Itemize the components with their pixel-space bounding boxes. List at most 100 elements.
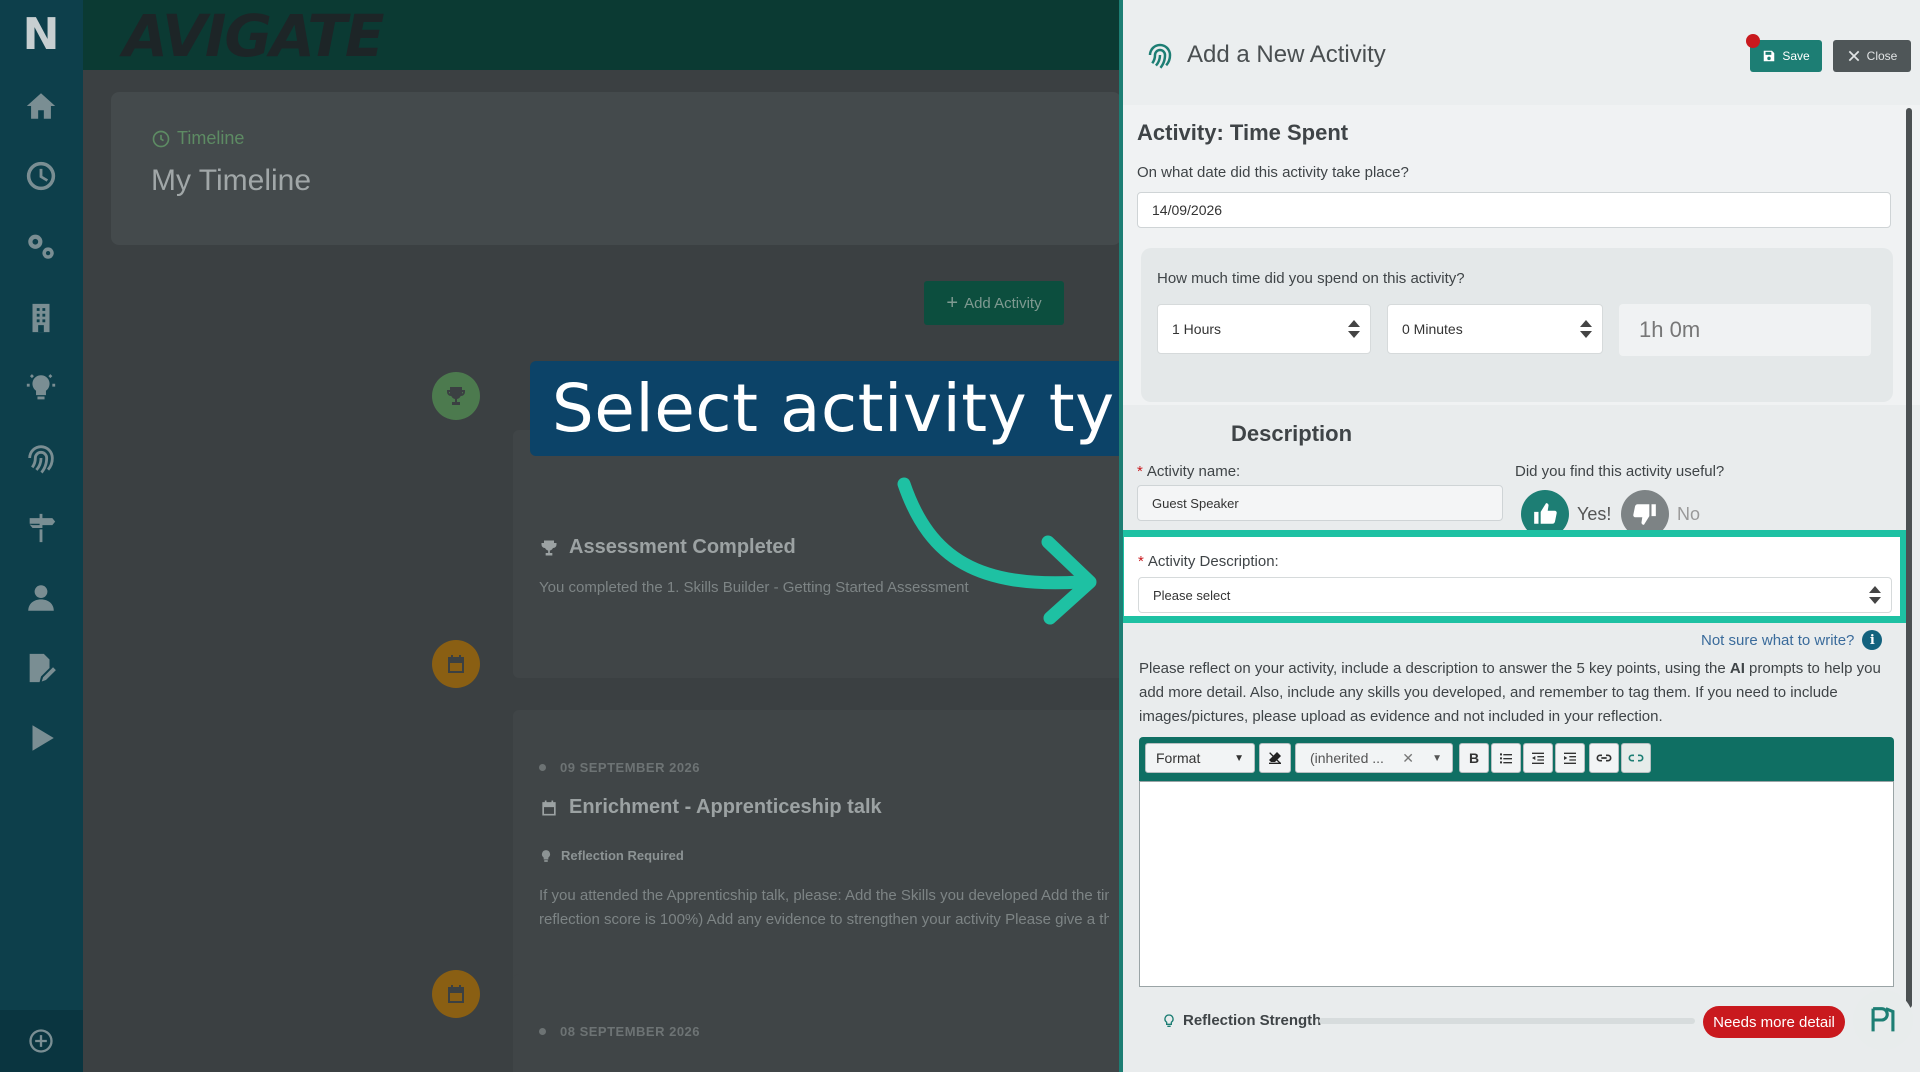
time-question: How much time did you spend on this acti… [1157,270,1465,287]
not-sure-text: Not sure what to write? [1701,631,1855,649]
card-date-text: 08 SEPTEMBER 2026 [560,1024,701,1039]
save-button[interactable]: Save [1746,34,1822,72]
panel-scrollbar[interactable] [1906,108,1912,1008]
lightbulb-icon[interactable] [17,364,65,412]
needs-more-detail-badge: Needs more detail [1703,1006,1845,1038]
link-button[interactable] [1589,743,1619,773]
time-spent-box: How much time did you spend on this acti… [1141,248,1893,402]
breadcrumb-label: Timeline [177,128,245,148]
not-sure-link[interactable]: Not sure what to write? i [1701,630,1883,650]
minutes-value: 0 Minutes [1402,321,1463,337]
activity-name-value: Guest Speaker [1152,495,1239,511]
user-icon[interactable] [17,574,65,622]
signpost-icon[interactable] [17,504,65,552]
activity-description-label: * Activity Description: [1138,553,1279,570]
format-label: Format [1156,750,1201,766]
home-icon[interactable] [17,82,65,130]
timeline-card: 08 SEPTEMBER 2026 [513,974,1133,1072]
date-dot [539,764,546,771]
panel-title-text: Add a New Activity [1187,41,1386,68]
sort-arrows-icon [1348,320,1360,338]
card-date: 08 SEPTEMBER 2026 [539,1024,700,1039]
clear-format-button[interactable] [1259,743,1291,773]
calendar-badge [432,970,480,1018]
tutorial-callout: Select activity type [530,361,1220,456]
activity-name-input[interactable]: Guest Speaker [1137,485,1503,521]
app-logo[interactable]: N [18,12,64,58]
caret-down-icon: ▼ [1234,752,1244,764]
info-icon: i [1862,630,1883,650]
bullet-list-button[interactable] [1491,743,1521,773]
font-family-dropdown[interactable]: (inherited ... ✕ ▼ [1295,743,1453,773]
total-time-display: 1h 0m [1619,304,1871,356]
trophy-icon [447,387,465,405]
cogs-icon[interactable] [17,222,65,270]
clear-icon[interactable]: ✕ [1402,750,1414,767]
card-title-text: Enrichment - Apprenticeship talk [569,796,882,818]
page-title: My Timeline [151,164,312,197]
close-label: Close [1866,49,1898,63]
panel-header: Add a New Activity Save Close [1123,0,1920,105]
calendar-badge [432,640,480,688]
caret-down-icon: ▼ [1432,752,1442,764]
bulb-icon [1164,1013,1174,1027]
outdent-icon [1532,752,1544,764]
building-icon[interactable] [17,294,65,342]
add-activity-button[interactable]: + Add Activity [924,281,1064,325]
calendar-icon [448,655,464,673]
trophy-icon [541,540,557,555]
description-heading: Description [1231,421,1353,446]
reflection-strength-label: Reflection Strength [1161,1012,1321,1029]
thumbs-down-icon [1633,504,1656,525]
fingerprint-icon[interactable] [17,434,65,482]
card-title[interactable]: Enrichment - Apprenticeship talk [539,796,882,819]
top-bar: AVIGATE [83,0,1120,70]
bold-button[interactable]: B [1459,743,1489,773]
plus-circle-icon[interactable] [17,1017,65,1065]
edit-document-icon[interactable] [17,644,65,692]
no-label: No [1677,504,1701,524]
minutes-select[interactable]: 0 Minutes [1387,304,1603,354]
panel-title: Add a New Activity [1145,40,1386,70]
reflection-editor[interactable] [1139,781,1894,987]
thumbs-up-icon [1534,503,1557,524]
unlink-button[interactable] [1621,743,1651,773]
outdent-button[interactable] [1523,743,1553,773]
hours-value: 1 Hours [1172,321,1222,337]
link-icon [1596,754,1612,762]
sidebar-footer [0,1010,83,1072]
plus-icon: + [946,292,959,314]
activity-description-value: Please select [1153,587,1231,603]
floppy-icon [1764,50,1775,62]
indent-button[interactable] [1555,743,1585,773]
font-label: (inherited ... [1310,750,1384,766]
add-activity-label: Add Activity [964,294,1042,312]
clock-icon [152,130,170,147]
play-icon[interactable] [17,714,65,762]
trophy-badge [432,372,480,420]
hours-select[interactable]: 1 Hours [1157,304,1371,354]
card-description-line: If you attended the Apprenticship talk, … [539,887,1109,904]
activity-description-highlight: * Activity Description: Please select [1123,530,1907,623]
bulb-icon [541,849,551,862]
eraser-icon [1269,752,1281,764]
clock-icon[interactable] [17,152,65,200]
calendar-icon [448,985,464,1003]
tutorial-arrow-icon [897,477,1097,625]
activity-description-select[interactable]: Please select [1138,577,1892,613]
save-label: Save [1782,49,1810,63]
unlink-icon [1628,754,1644,762]
activity-name-label: * Activity name: [1137,463,1241,480]
assistant-button[interactable] [1853,990,1913,1050]
close-button[interactable]: Close [1833,40,1911,72]
date-input[interactable]: 14/09/2026 [1137,192,1891,228]
card-date-text: 09 SEPTEMBER 2026 [560,760,701,775]
reflection-tag: Reflection Required [539,848,684,863]
format-dropdown[interactable]: Format ▼ [1145,743,1255,773]
activity-heading: Activity: Time Spent [1137,120,1349,145]
reflection-strength-bar [1319,1018,1695,1024]
reflection-strength-text: Reflection Strength [1183,1012,1322,1029]
breadcrumb[interactable]: Timeline [151,128,244,149]
editor-toolbar: Format ▼ (inherited ... ✕ ▼ B [1139,737,1894,781]
reflection-instructions: Please reflect on your activity, include… [1139,660,1881,725]
